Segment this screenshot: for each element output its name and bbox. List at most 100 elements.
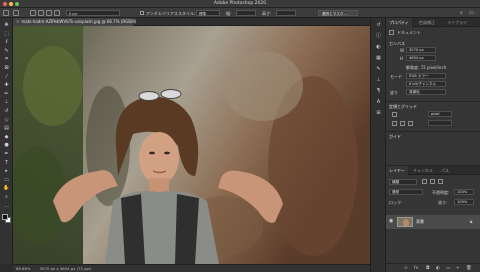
photo-image [13, 26, 370, 264]
zoom-level[interactable]: 66.66% [16, 266, 30, 271]
status-bar: 66.66% 3070 px x 4604 px (72 ppi) [13, 264, 370, 272]
clone-source-panel-icon[interactable]: ⊥ [375, 77, 382, 84]
frame-tool-icon[interactable]: ⊠ [3, 65, 10, 71]
document-icon [389, 30, 394, 35]
fill-field[interactable]: 100% [454, 199, 474, 205]
fill-label: 塗り [390, 90, 398, 95]
healing-brush-tool-icon[interactable]: ✚ [3, 82, 10, 88]
gradient-tool-icon[interactable]: ▤ [3, 125, 10, 131]
filter-pixel-icon[interactable] [422, 179, 427, 184]
mode-label: モード [390, 74, 402, 79]
link-layers-icon[interactable]: ∞ [404, 266, 408, 271]
height-field[interactable] [276, 10, 296, 16]
marquee-preset-icon[interactable] [13, 10, 19, 16]
edit-toolbar-icon[interactable]: … [3, 203, 10, 209]
tab-paths[interactable]: パス [438, 166, 452, 175]
layer-style-icon[interactable]: fx [414, 266, 418, 271]
canvas-height-field[interactable]: 4604 px [406, 55, 436, 61]
height-label: H [400, 56, 404, 61]
guides-heading[interactable]: ガイド [389, 134, 401, 140]
tab-properties[interactable]: プロパティ [386, 18, 412, 27]
layers-panel-tabs: レイヤー チャンネル パス [386, 166, 480, 175]
tab-adjustments[interactable]: 色調補正 [416, 18, 438, 27]
brush-panel-icon[interactable]: ✎ [375, 66, 382, 73]
layer-thumbnail [397, 217, 413, 227]
foreground-color-swatch[interactable] [2, 214, 8, 220]
hand-tool-icon[interactable]: ✋ [3, 185, 10, 191]
blur-tool-icon[interactable]: ◆ [3, 134, 10, 140]
bit-depth-select[interactable]: 8 bit/チャンネル [406, 81, 446, 87]
divider [386, 131, 480, 132]
style-select[interactable]: 標準 [196, 10, 220, 16]
search-icon[interactable]: ⌕ [460, 10, 463, 16]
select-and-mask-button[interactable]: 選択とマスク... [318, 10, 358, 16]
tab-channels[interactable]: チャンネル [410, 166, 436, 175]
eraser-tool-icon[interactable]: ◇ [3, 117, 10, 123]
workspace-icon[interactable]: ▭ [469, 10, 474, 16]
document-canvas[interactable] [13, 26, 370, 264]
paragraph-panel-icon[interactable]: ¶ [375, 88, 382, 95]
pen-tool-icon[interactable]: ✒ [3, 151, 10, 157]
rectangle-tool-icon[interactable]: ▭ [3, 177, 10, 183]
path-select-tool-icon[interactable]: ▸ [3, 168, 10, 174]
zoom-tool-icon[interactable]: ⌕ [3, 194, 10, 200]
grid-color-icon[interactable] [400, 121, 405, 126]
opacity-field[interactable]: 100% [454, 189, 474, 195]
quick-select-tool-icon[interactable]: ✎ [3, 48, 10, 54]
lock-label: ロック: [389, 200, 403, 205]
filter-adjustment-icon[interactable] [430, 179, 435, 184]
intersect-selection-icon[interactable] [54, 10, 60, 16]
visibility-eye-icon[interactable]: ◉ [389, 219, 394, 224]
brush-tool-icon[interactable]: ✏ [3, 91, 10, 97]
grid-toggle-icon[interactable] [408, 121, 413, 126]
canvas-section-heading[interactable]: カンバス [389, 41, 405, 47]
lasso-tool-icon[interactable]: ℓ [3, 39, 10, 45]
grid-icon[interactable] [392, 121, 397, 126]
crop-tool-icon[interactable]: ⌗ [3, 56, 10, 62]
type-tool-icon[interactable]: T [3, 160, 10, 166]
anti-alias-checkbox[interactable] [140, 11, 144, 15]
layers-panel-footer: ∞ fx ◘ ◐ ▭ + 🗑︎ [386, 263, 480, 272]
canvas-width-field[interactable]: 3070 px [406, 47, 436, 53]
clone-stamp-tool-icon[interactable]: ⊥ [3, 99, 10, 105]
marquee-tool-icon[interactable]: ⬚ [3, 31, 10, 37]
delete-layer-icon[interactable]: 🗑︎ [466, 266, 472, 271]
document-tab[interactable]: × mats-hadm-AZIPebWVbTk-unsplash.jpg @ 66… [13, 18, 136, 26]
move-tool-icon[interactable]: ✥ [3, 22, 10, 28]
fill-select[interactable]: 背景色 [406, 89, 446, 95]
new-layer-icon[interactable]: + [456, 266, 460, 271]
add-mask-icon[interactable]: ◘ [426, 266, 430, 271]
layer-kind-filter[interactable]: 種類 [389, 179, 417, 185]
info-panel-icon[interactable]: ⓘ [375, 33, 382, 40]
swatches-panel-icon[interactable]: ▦ [375, 55, 382, 62]
add-selection-icon[interactable] [38, 10, 44, 16]
character-panel-icon[interactable]: A [375, 99, 382, 106]
adjustment-layer-icon[interactable]: ◐ [436, 266, 440, 271]
new-group-icon[interactable]: ▭ [446, 266, 450, 271]
new-selection-icon[interactable] [30, 10, 36, 16]
tab-layers[interactable]: レイヤー [386, 166, 408, 175]
width-label: 幅: [226, 10, 232, 16]
history-panel-icon[interactable]: ↺ [375, 22, 382, 29]
close-tab-icon[interactable]: × [16, 19, 19, 24]
home-icon[interactable] [3, 10, 9, 16]
filter-type-icon[interactable] [438, 179, 443, 184]
properties-panel-tabs: プロパティ 色調補正 ライブラリ [386, 18, 480, 27]
feather-field[interactable]: 0 px [66, 10, 120, 16]
color-panel-icon[interactable]: ◐ [375, 44, 382, 51]
history-brush-tool-icon[interactable]: ↺ [3, 108, 10, 114]
layer-row[interactable]: ◉ 背景 🔒︎ [386, 215, 480, 229]
tab-libraries[interactable]: ライブラリ [444, 18, 470, 27]
rulers-grid-heading[interactable]: 定規とグリッド [389, 104, 417, 110]
eyedropper-tool-icon[interactable]: ⁄ [3, 74, 10, 80]
blend-mode-select[interactable]: 通常 [389, 189, 423, 195]
width-field[interactable] [236, 10, 256, 16]
mode-select[interactable]: RGB カラー [406, 73, 446, 79]
dodge-tool-icon[interactable]: ● [3, 142, 10, 148]
glyphs-panel-icon[interactable]: ⊞ [375, 110, 382, 117]
layer-name[interactable]: 背景 [416, 219, 424, 225]
subtract-selection-icon[interactable] [46, 10, 52, 16]
ruler-units-select[interactable]: pixel [428, 111, 452, 117]
divider [386, 101, 480, 102]
grid-color-field[interactable] [428, 120, 452, 126]
